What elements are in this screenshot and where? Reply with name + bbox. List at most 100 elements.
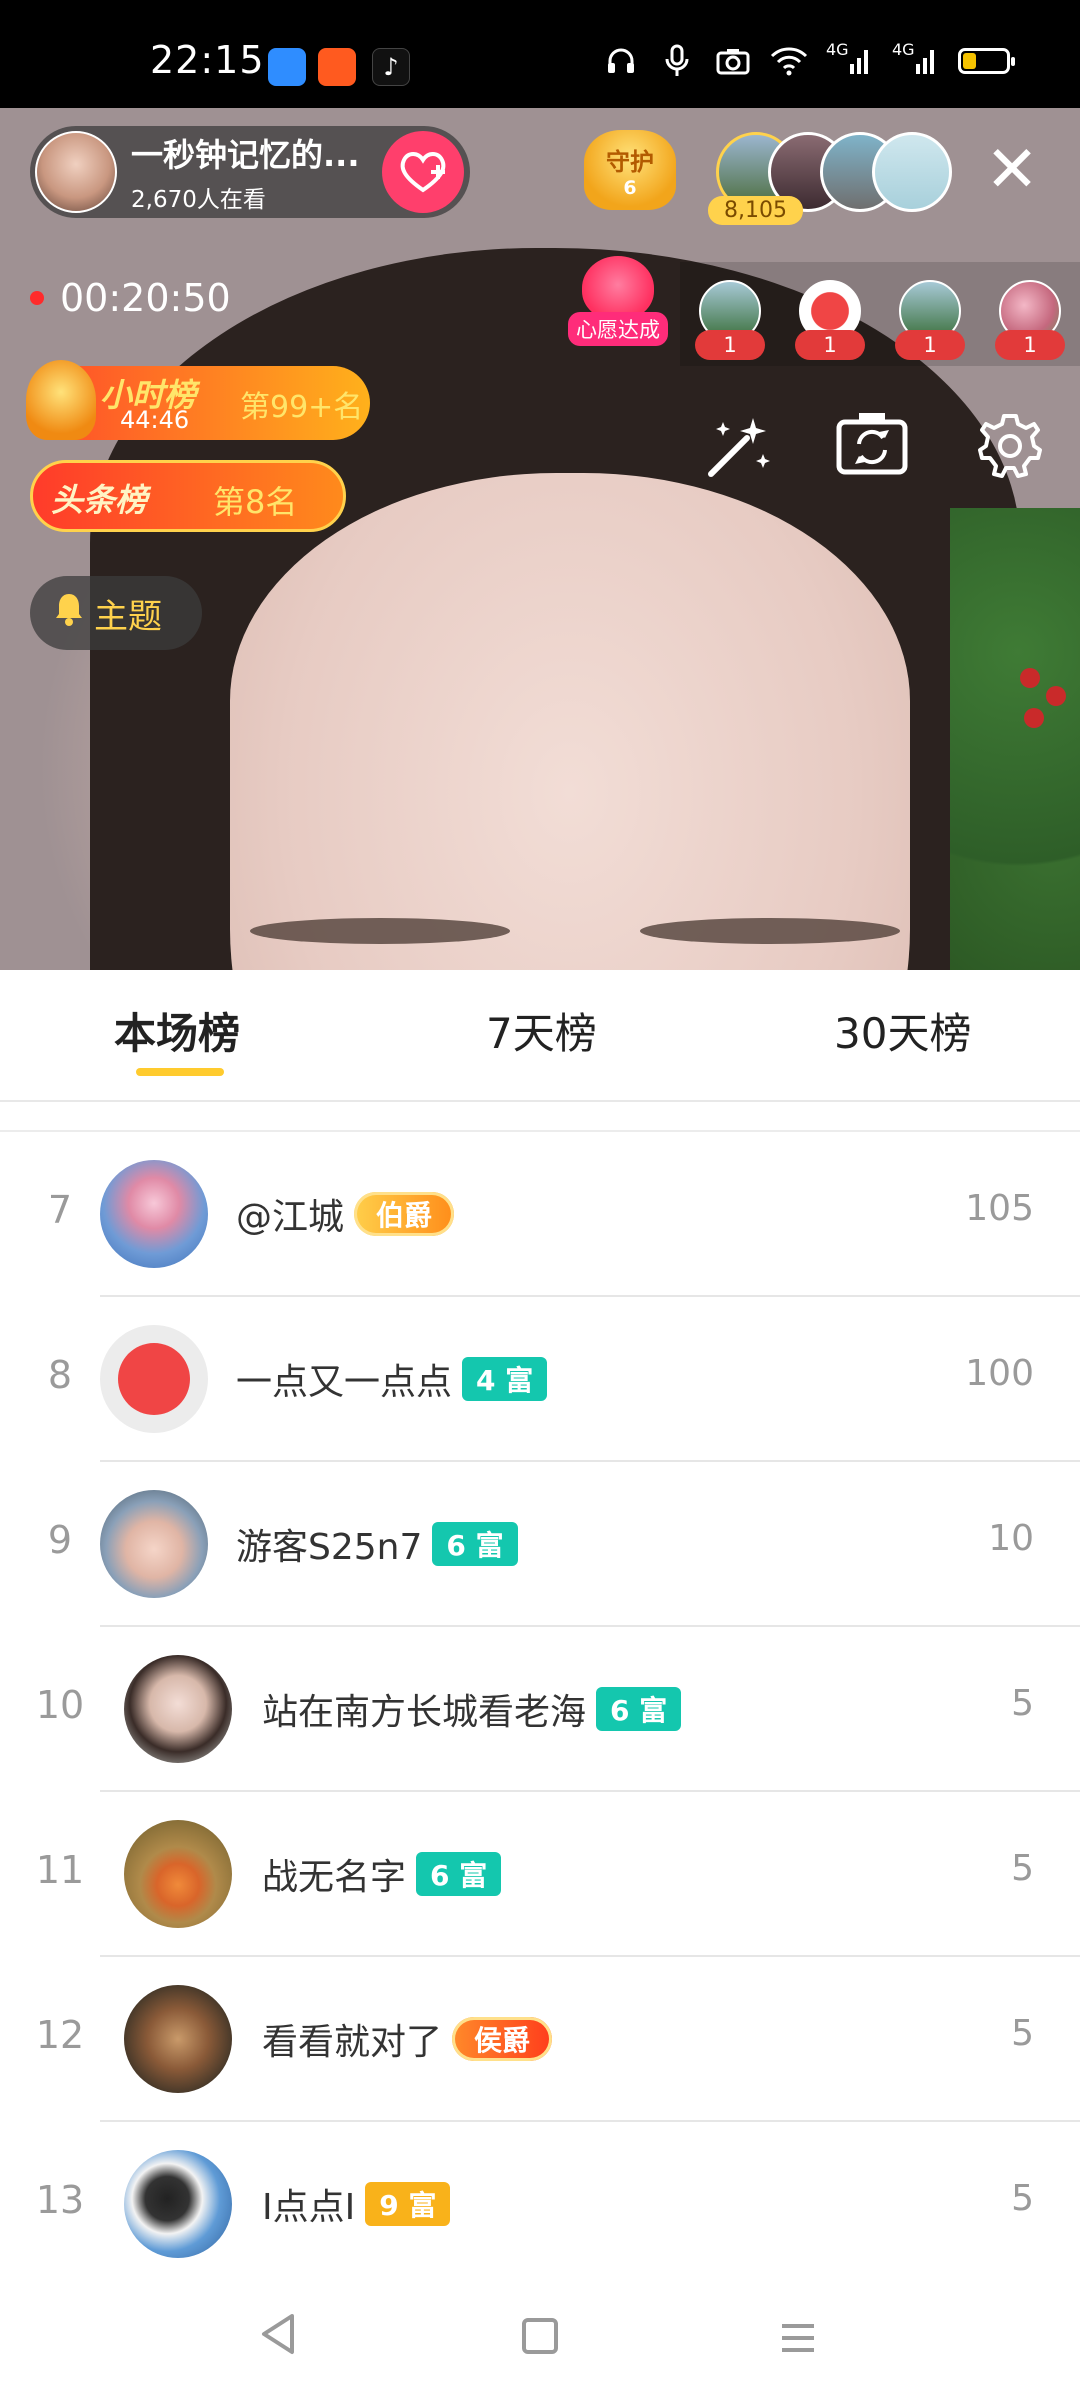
- back-icon[interactable]: [248, 2310, 308, 2370]
- user-name-wrap: 战无名字 6 富: [262, 1848, 502, 1900]
- video-berry: [1024, 708, 1044, 728]
- rank-number: 7: [47, 1188, 73, 1232]
- network-type-2: 4G: [892, 40, 915, 59]
- video-brow-right: [640, 918, 900, 944]
- ranking-row[interactable]: 12 看看就对了 侯爵 5: [0, 1957, 1080, 2122]
- settings-gear-icon[interactable]: [970, 410, 1050, 490]
- status-bar: 22:15 ♪ 4G 4G: [0, 0, 1080, 108]
- headline-rank-badge[interactable]: 头条榜 第8名: [30, 460, 346, 532]
- magic-wand-icon[interactable]: [698, 410, 778, 490]
- live-video[interactable]: [0, 108, 1080, 970]
- hourly-rank-value: 第99+名: [240, 390, 364, 425]
- gift-contributor[interactable]: 1: [895, 280, 965, 360]
- contributor-count: 1: [895, 330, 965, 360]
- system-nav-bar: [0, 2270, 1080, 2400]
- ranking-row[interactable]: 8 一点又一点点 4 富 100: [0, 1297, 1080, 1462]
- user-avatar[interactable]: [100, 1325, 208, 1433]
- user-name: I点点I: [262, 2187, 356, 2228]
- douyin-app-icon: ♪: [372, 48, 410, 86]
- user-score: 5: [1011, 2178, 1034, 2219]
- battery-icon: [958, 48, 1015, 74]
- user-score: 5: [1011, 1683, 1034, 1724]
- user-avatar[interactable]: [124, 2150, 232, 2258]
- video-plant: [950, 508, 1080, 970]
- user-score: 5: [1011, 1848, 1034, 1889]
- battery-level: [963, 53, 976, 69]
- user-avatar[interactable]: [124, 1985, 232, 2093]
- topic-button[interactable]: 主题: [30, 576, 202, 650]
- gift-contributor[interactable]: 1: [995, 280, 1065, 360]
- wish-complete[interactable]: 心愿达成: [568, 256, 668, 346]
- home-icon[interactable]: [510, 2310, 570, 2370]
- user-name-wrap: I点点I 9 富: [262, 2178, 451, 2230]
- network-type-1: 4G: [826, 40, 849, 59]
- wealth-badge: 6 富: [432, 1522, 518, 1566]
- recent-apps-icon[interactable]: [768, 2310, 828, 2370]
- user-name: @江城: [236, 1197, 345, 1238]
- video-brow-left: [250, 918, 510, 944]
- wish-label: 心愿达成: [568, 312, 668, 346]
- follow-button[interactable]: [382, 131, 464, 213]
- noble-badge: 侯爵: [452, 2017, 553, 2061]
- ranking-row[interactable]: 7 @江城 伯爵 105: [0, 1132, 1080, 1297]
- ranking-row[interactable]: 13 I点点I 9 富 5: [0, 2122, 1080, 2287]
- user-name-wrap: 看看就对了 侯爵: [262, 2013, 553, 2065]
- user-name: 看看就对了: [262, 2022, 443, 2063]
- user-name-wrap: @江城 伯爵: [236, 1188, 455, 1240]
- user-score: 105: [965, 1188, 1034, 1229]
- host-name: 一秒钟记忆的...: [131, 136, 360, 174]
- rank-number: 10: [35, 1683, 85, 1727]
- ranking-row[interactable]: 9 游客S25n7 6 富 10: [0, 1462, 1080, 1627]
- user-avatar[interactable]: [100, 1490, 208, 1598]
- user-name-wrap: 游客S25n7 6 富: [236, 1518, 518, 1570]
- wealth-badge: 6 富: [596, 1687, 682, 1731]
- tab-current-session[interactable]: 本场榜: [114, 1000, 240, 1061]
- tab-7-days[interactable]: 7天榜: [486, 1000, 597, 1061]
- rank-number: 9: [47, 1518, 73, 1562]
- user-name: 游客S25n7: [236, 1527, 423, 1568]
- user-avatar[interactable]: [124, 1655, 232, 1763]
- camera-icon: [714, 44, 752, 78]
- gift-contributor[interactable]: 1: [695, 280, 765, 360]
- bell-icon: [54, 592, 84, 635]
- user-score: 10: [988, 1518, 1034, 1559]
- audience-avatar[interactable]: [872, 132, 952, 212]
- signal-icon-1: 4G: [826, 40, 874, 78]
- gift-contributors[interactable]: 1 1 1 1: [680, 262, 1080, 366]
- hourly-rank-badge[interactable]: 小时榜 44:46 第99+名: [26, 360, 370, 440]
- heart-icon: [582, 256, 654, 320]
- ranking-row[interactable]: 11 战无名字 6 富 5: [0, 1792, 1080, 1957]
- status-time: 22:15: [150, 38, 265, 82]
- audience-count: 8,105: [708, 196, 803, 225]
- crown-icon: 守护 6: [584, 130, 676, 210]
- timer-text: 00:20:50: [60, 276, 231, 320]
- ranking-row[interactable]: 10 站在南方长城看老海 6 富 5: [0, 1627, 1080, 1792]
- noble-badge: 伯爵: [354, 1192, 455, 1236]
- heart-plus-icon: [400, 152, 446, 193]
- rank-number: 8: [47, 1353, 73, 1397]
- user-avatar[interactable]: [124, 1820, 232, 1928]
- close-icon[interactable]: ✕: [982, 138, 1042, 202]
- wifi-icon: [770, 44, 808, 78]
- wink-face-icon: [118, 1343, 190, 1415]
- user-avatar[interactable]: [100, 1160, 208, 1268]
- camera-flip-icon[interactable]: [832, 410, 912, 490]
- guard-label: 守护: [606, 147, 654, 176]
- status-indicators: 4G 4G: [602, 40, 1015, 78]
- contributor-count: 1: [795, 330, 865, 360]
- signal-icon-2: 4G: [892, 40, 940, 78]
- gift-contributor[interactable]: 1: [795, 280, 865, 360]
- headphones-icon: [602, 44, 640, 78]
- kuaishou-app-icon: [318, 48, 356, 86]
- guard-badge[interactable]: 守护 6: [584, 130, 676, 222]
- video-berry: [1020, 668, 1040, 688]
- trophy-icon: [26, 360, 96, 440]
- tab-30-days[interactable]: 30天榜: [834, 1000, 971, 1061]
- host-avatar[interactable]: [35, 131, 117, 213]
- qq-browser-app-icon: [268, 48, 306, 86]
- recording-dot-icon: [30, 291, 44, 305]
- user-name: 战无名字: [262, 1857, 407, 1898]
- microphone-icon: [658, 44, 696, 78]
- host-info[interactable]: 一秒钟记忆的... 2,670人在看: [30, 126, 470, 218]
- video-berry: [1046, 686, 1066, 706]
